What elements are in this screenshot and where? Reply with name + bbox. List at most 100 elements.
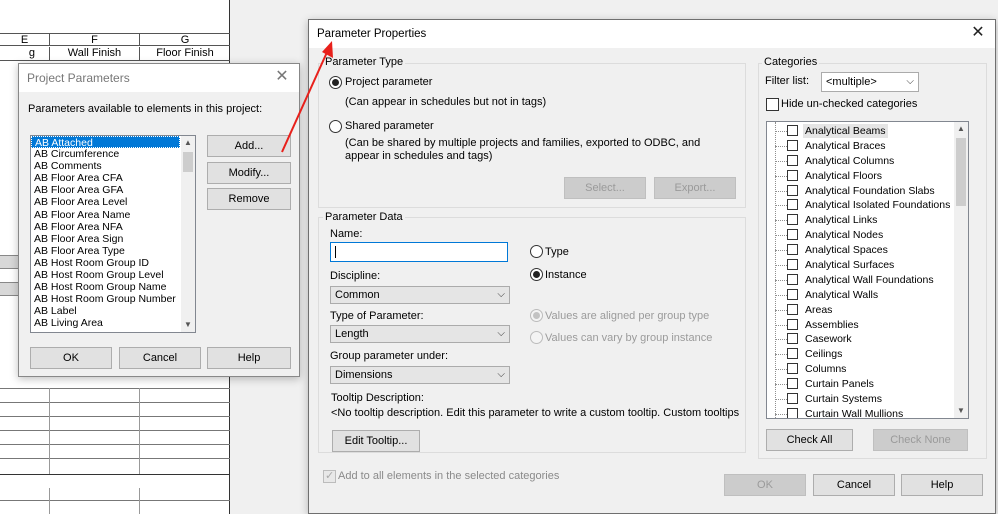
category-checkbox[interactable]: [787, 348, 798, 360]
column-heading-f[interactable]: Wall Finish: [49, 47, 139, 60]
type-radio-label[interactable]: Type: [545, 246, 569, 258]
categories-scrollbar[interactable]: ▲ ▼: [954, 122, 968, 418]
column-heading-e[interactable]: g Finish: [0, 47, 49, 60]
select-button[interactable]: Select...: [564, 177, 646, 199]
category-item[interactable]: Analytical Floors: [767, 169, 953, 184]
parameter-list-item[interactable]: AB Comments: [31, 160, 180, 172]
project-parameters-title-bar[interactable]: Project Parameters ✕: [19, 64, 299, 92]
parameters-listbox[interactable]: AB Attached AB Circumference AB Comments AB…: [30, 135, 196, 333]
scroll-up-icon[interactable]: ▲: [181, 136, 195, 150]
instance-radio-label[interactable]: Instance: [545, 269, 587, 281]
scroll-down-icon[interactable]: ▼: [181, 318, 195, 332]
remove-button[interactable]: Remove: [207, 188, 291, 210]
category-checkbox[interactable]: [787, 139, 798, 151]
shared-parameter-label[interactable]: Shared parameter: [345, 120, 434, 132]
add-button[interactable]: Add...: [207, 135, 291, 157]
parameter-list-item[interactable]: AB Net Area: [31, 330, 180, 333]
category-item[interactable]: Analytical Beams: [767, 124, 953, 139]
category-item[interactable]: Assemblies: [767, 318, 953, 333]
ok-button[interactable]: OK: [724, 474, 806, 496]
category-checkbox[interactable]: [787, 169, 798, 181]
category-checkbox[interactable]: [787, 244, 798, 256]
category-item[interactable]: Analytical Nodes: [767, 228, 953, 243]
check-all-button[interactable]: Check All: [766, 429, 853, 451]
column-heading-g[interactable]: Floor Finish: [139, 47, 230, 60]
parameter-list-item[interactable]: AB Label: [31, 305, 180, 317]
values-aligned-radio[interactable]: [530, 309, 543, 322]
category-item[interactable]: Curtain Panels: [767, 377, 953, 392]
discipline-select[interactable]: Common ⌵: [330, 286, 510, 304]
category-checkbox[interactable]: [787, 393, 798, 405]
category-item[interactable]: Columns: [767, 362, 953, 377]
close-icon[interactable]: ✕: [271, 67, 293, 89]
check-none-button[interactable]: Check None: [873, 429, 968, 451]
instance-radio[interactable]: [530, 268, 543, 281]
scroll-thumb[interactable]: [183, 152, 193, 172]
cancel-button[interactable]: Cancel: [119, 347, 201, 369]
category-item[interactable]: Curtain Wall Mullions: [767, 407, 953, 418]
parameter-properties-title-bar[interactable]: Parameter Properties ✕: [309, 20, 995, 48]
scroll-down-icon[interactable]: ▼: [954, 404, 968, 418]
values-vary-radio[interactable]: [530, 331, 543, 344]
shared-parameter-radio[interactable]: [329, 120, 342, 133]
category-item[interactable]: Analytical Foundation Slabs: [767, 184, 953, 199]
project-parameter-label[interactable]: Project parameter: [345, 76, 432, 88]
category-checkbox[interactable]: [787, 288, 798, 300]
category-checkbox[interactable]: [787, 259, 798, 271]
category-checkbox[interactable]: [787, 184, 798, 196]
parameter-list-item[interactable]: AB Host Room Group Level: [31, 269, 180, 281]
category-checkbox[interactable]: [787, 303, 798, 315]
type-of-parameter-select[interactable]: Length ⌵: [330, 325, 510, 343]
parameter-list-item[interactable]: AB Host Room Group Number: [31, 293, 180, 305]
parameter-list-item[interactable]: AB Circumference: [31, 148, 180, 160]
cancel-button[interactable]: Cancel: [813, 474, 895, 496]
close-icon[interactable]: ✕: [967, 23, 989, 45]
category-checkbox[interactable]: [787, 125, 798, 136]
category-item[interactable]: Curtain Systems: [767, 392, 953, 407]
export-button[interactable]: Export...: [654, 177, 736, 199]
modify-button[interactable]: Modify...: [207, 162, 291, 184]
hide-unchecked-checkbox[interactable]: [766, 98, 779, 111]
parameter-list-item[interactable]: AB Living Area: [31, 317, 180, 329]
parameter-list-item[interactable]: AB Floor Area Level: [31, 196, 180, 208]
category-checkbox[interactable]: [787, 333, 798, 345]
parameter-list-item[interactable]: AB Floor Area NFA: [31, 221, 180, 233]
category-item[interactable]: Analytical Spaces: [767, 243, 953, 258]
category-checkbox[interactable]: [787, 363, 798, 375]
type-radio[interactable]: [530, 245, 543, 258]
category-item[interactable]: Areas: [767, 303, 953, 318]
hide-unchecked-label[interactable]: Hide un-checked categories: [781, 98, 917, 110]
add-to-all-checkbox[interactable]: [323, 469, 336, 483]
help-button[interactable]: Help: [901, 474, 983, 496]
scroll-up-icon[interactable]: ▲: [954, 122, 968, 136]
category-item[interactable]: Analytical Links: [767, 213, 953, 228]
scroll-thumb[interactable]: [956, 138, 966, 206]
parameter-list-item[interactable]: AB Floor Area Name: [31, 209, 180, 221]
ok-button[interactable]: OK: [30, 347, 112, 369]
parameter-list-item[interactable]: AB Floor Area Sign: [31, 233, 180, 245]
category-checkbox[interactable]: [787, 214, 798, 226]
parameter-list-item[interactable]: AB Floor Area CFA: [31, 172, 180, 184]
parameter-list-item[interactable]: AB Host Room Group Name: [31, 281, 180, 293]
help-button[interactable]: Help: [207, 347, 291, 369]
parameter-list-item[interactable]: AB Floor Area GFA: [31, 184, 180, 196]
column-letter-e[interactable]: E: [0, 34, 49, 46]
filter-list-select[interactable]: <multiple> ⌵: [821, 72, 919, 92]
category-item[interactable]: Analytical Surfaces: [767, 258, 953, 273]
category-item[interactable]: Analytical Columns: [767, 154, 953, 169]
category-checkbox[interactable]: [787, 229, 798, 241]
parameter-list-item[interactable]: AB Attached: [31, 136, 180, 149]
category-item[interactable]: Analytical Isolated Foundations: [767, 198, 953, 213]
category-item[interactable]: Analytical Walls: [767, 288, 953, 303]
group-parameter-select[interactable]: Dimensions ⌵: [330, 366, 510, 384]
column-letter-f[interactable]: F: [49, 34, 139, 46]
categories-tree[interactable]: Analytical Beams Analytical Braces Analyti…: [766, 121, 969, 419]
category-item[interactable]: Analytical Braces: [767, 139, 953, 154]
parameters-scrollbar[interactable]: ▲ ▼: [181, 136, 195, 332]
category-item[interactable]: Analytical Wall Foundations: [767, 273, 953, 288]
project-parameter-radio[interactable]: [329, 76, 342, 89]
name-input[interactable]: [330, 242, 508, 262]
category-checkbox[interactable]: [787, 378, 798, 390]
category-checkbox[interactable]: [787, 273, 798, 285]
category-item[interactable]: Casework: [767, 332, 953, 347]
